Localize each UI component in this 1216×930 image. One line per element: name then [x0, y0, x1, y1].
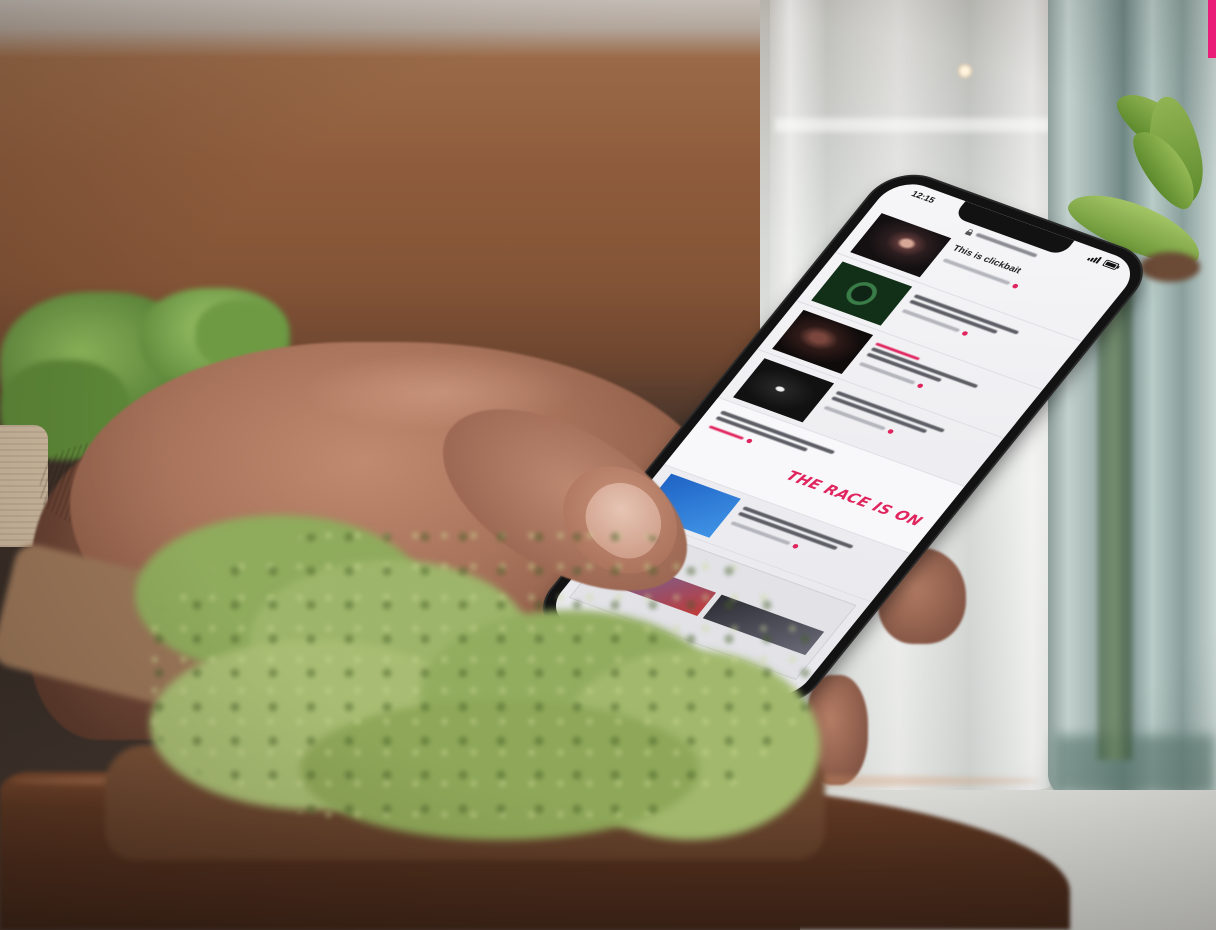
vase-base	[1054, 735, 1214, 793]
byline-blurred	[858, 361, 916, 385]
plant-joint	[1140, 252, 1200, 282]
lock-icon	[964, 228, 974, 236]
signal-icon	[1086, 256, 1103, 264]
byline-blurred	[823, 405, 887, 431]
brand-color-bar	[1208, 0, 1216, 58]
glass-highlight	[775, 118, 1050, 132]
battery-icon	[1102, 259, 1120, 270]
comment-icon	[916, 382, 925, 389]
comment-icon	[791, 543, 800, 549]
photo-scene: 12:15 This is clickbait THE RACE IS ON	[0, 0, 1216, 930]
light-reflection	[957, 63, 973, 79]
comment-icon	[886, 428, 895, 434]
plant-stem	[1098, 290, 1132, 760]
comment-icon	[745, 438, 754, 444]
byline-blurred	[730, 521, 791, 546]
comment-icon	[961, 330, 970, 336]
avocado-texture	[140, 520, 815, 830]
status-time: 12:15	[909, 189, 938, 205]
comment-icon	[1011, 282, 1020, 289]
byline-blurred	[901, 308, 961, 333]
